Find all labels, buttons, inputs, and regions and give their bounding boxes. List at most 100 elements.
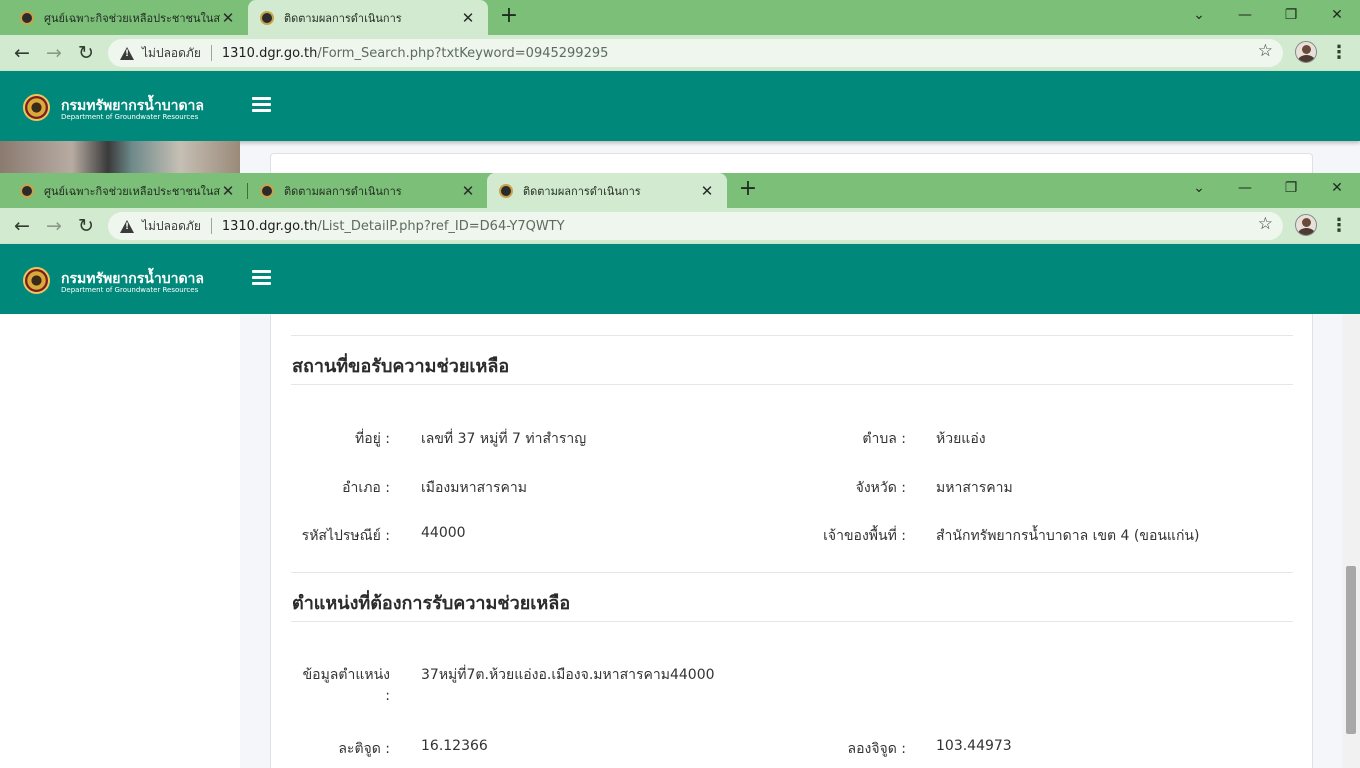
reload-button[interactable]: ↻ — [72, 212, 100, 240]
chevron-down-icon[interactable]: ⌄ — [1176, 0, 1222, 35]
tab-title: ติดตามผลการดำเนินการ — [284, 184, 402, 198]
dgr-favicon-icon — [260, 10, 274, 25]
chevron-down-icon[interactable]: ⌄ — [1176, 173, 1222, 208]
close-icon[interactable]: ✕ — [460, 182, 476, 200]
close-icon[interactable]: ✕ — [220, 182, 236, 200]
postcode-label: รหัสไปรษณีย์ : — [301, 528, 390, 544]
url-path: /Form_Search.php?txtKeyword=0945299295 — [317, 45, 609, 61]
position-info-label-colon: : — [385, 688, 390, 704]
divider — [291, 572, 1293, 573]
postcode-value: 44000 — [421, 525, 466, 541]
address-bar[interactable]: ไม่ปลอดภัย 1310.dgr.go.th/List_DetailP.p… — [108, 212, 1283, 240]
new-tab-button[interactable]: + — [735, 177, 761, 203]
restore-button[interactable]: ❐ — [1268, 173, 1314, 208]
tab-strip: ศูนย์เฉพาะกิจช่วยเหลือประชาชนในสถา ✕ ติด… — [0, 0, 1360, 35]
browser-toolbar: ← → ↻ ไม่ปลอดภัย 1310.dgr.go.th/List_Det… — [0, 208, 1360, 244]
brand-name-en: Department of Groundwater Resources — [61, 113, 199, 121]
tab-track-results[interactable]: ติดตามผลการดำเนินการ ✕ — [248, 173, 488, 208]
omnibox-divider — [210, 218, 212, 234]
back-button[interactable]: ← — [8, 39, 36, 67]
tab-title: ติดตามผลการดำเนินการ — [523, 184, 641, 198]
hamburger-menu-icon[interactable] — [252, 270, 271, 285]
close-window-button[interactable]: ✕ — [1314, 173, 1360, 208]
restore-button[interactable]: ❐ — [1268, 0, 1314, 35]
sidebar — [0, 314, 240, 768]
close-window-button[interactable]: ✕ — [1314, 0, 1360, 35]
divider — [291, 335, 1293, 336]
omnibox-divider — [210, 45, 212, 61]
district-label: อำเภอ : — [342, 480, 390, 496]
dgr-favicon-icon — [499, 183, 513, 198]
not-secure-label: ไม่ปลอดภัย — [142, 218, 201, 233]
tab-help-center[interactable]: ศูนย์เฉพาะกิจช่วยเหลือประชาชนในสถา ✕ — [8, 173, 248, 208]
longitude-value: 103.44973 — [936, 738, 1012, 754]
not-secure-label: ไม่ปลอดภัย — [142, 45, 201, 60]
dgr-favicon-icon — [260, 183, 274, 198]
reload-button[interactable]: ↻ — [72, 39, 100, 67]
profile-avatar[interactable] — [1295, 41, 1317, 63]
divider — [291, 384, 1293, 385]
tab-title: ศูนย์เฉพาะกิจช่วยเหลือประชาชนในสถา — [44, 11, 220, 25]
address-label: ที่อยู่ : — [354, 431, 390, 447]
page-body: สถานที่ขอรับความช่วยเหลือ ที่อยู่ : เลขท… — [0, 314, 1360, 768]
tab-strip: ศูนย์เฉพาะกิจช่วยเหลือประชาชนในสถา ✕ ติด… — [0, 173, 1360, 208]
dgr-favicon-icon — [20, 10, 34, 25]
subdistrict-label: ตำบล : — [862, 431, 906, 447]
hamburger-menu-icon[interactable] — [252, 97, 271, 112]
divider — [291, 621, 1293, 622]
back-button[interactable]: ← — [8, 212, 36, 240]
kebab-menu-icon[interactable]: ⋮ — [1330, 212, 1348, 240]
address-value: เลขที่ 37 หมู่ที่ 7 ท่าสำราญ — [421, 431, 587, 447]
warning-icon — [120, 219, 134, 233]
longitude-label: ลองจิจูด : — [847, 741, 907, 757]
site-header: กรมทรัพยากรน้ำบาดาล Department of Ground… — [0, 71, 1360, 141]
position-info-label: ข้อมูลตำแหน่ง — [302, 667, 390, 683]
dgr-logo-icon[interactable] — [23, 94, 50, 121]
url-path: /List_DetailP.php?ref_ID=D64-Y7QWTY — [317, 218, 565, 234]
detail-card: สถานที่ขอรับความช่วยเหลือ ที่อยู่ : เลขท… — [270, 314, 1313, 768]
area-owner-label: เจ้าของพื้นที่ : — [823, 528, 906, 544]
position-info-value: 37หมู่ที่7ต.ห้วยแอ่งอ.เมืองจ.มหาสารคาม44… — [421, 667, 715, 683]
tab-title: ศูนย์เฉพาะกิจช่วยเหลือประชาชนในสถา — [44, 184, 220, 198]
province-value: มหาสารคาม — [936, 480, 1013, 496]
star-icon[interactable]: ☆ — [1258, 214, 1273, 234]
location-section-title: สถานที่ขอรับความช่วยเหลือ — [292, 356, 510, 377]
scrollbar-thumb[interactable] — [1346, 566, 1356, 734]
latitude-value: 16.12366 — [421, 738, 488, 754]
sidebar-photo — [0, 141, 240, 173]
area-owner-value: สำนักทรัพยากรน้ำบาดาล เขต 4 (ขอนแก่น) — [936, 528, 1200, 544]
site-header: กรมทรัพยากรน้ำบาดาล Department of Ground… — [0, 244, 1360, 314]
dgr-favicon-icon — [20, 183, 34, 198]
warning-icon — [120, 46, 134, 60]
subdistrict-value: ห้วยแอ่ง — [936, 431, 986, 447]
page-scrollbar[interactable] — [1342, 314, 1360, 768]
url-host: 1310.dgr.go.th — [221, 218, 318, 234]
forward-button[interactable]: → — [40, 212, 68, 240]
district-value: เมืองมหาสารคาม — [421, 480, 527, 496]
dgr-logo-icon[interactable] — [23, 267, 50, 294]
browser-toolbar: ← → ↻ ไม่ปลอดภัย 1310.dgr.go.th/Form_Sea… — [0, 35, 1360, 71]
browser-window-back: ศูนย์เฉพาะกิจช่วยเหลือประชาชนในสถา ✕ ติด… — [0, 0, 1360, 173]
position-section-title: ตำแหน่งที่ต้องการรับความช่วยเหลือ — [292, 593, 571, 614]
kebab-menu-icon[interactable]: ⋮ — [1330, 39, 1348, 67]
new-tab-button[interactable]: + — [496, 4, 522, 30]
close-icon[interactable]: ✕ — [220, 9, 236, 27]
forward-button[interactable]: → — [40, 39, 68, 67]
latitude-label: ละติจูด : — [338, 741, 390, 757]
province-label: จังหวัด : — [855, 480, 906, 496]
close-icon[interactable]: ✕ — [699, 182, 715, 200]
content-card-top — [270, 153, 1313, 173]
minimize-button[interactable]: — — [1222, 0, 1268, 35]
brand-name-en: Department of Groundwater Resources — [61, 286, 199, 294]
tab-help-center[interactable]: ศูนย์เฉพาะกิจช่วยเหลือประชาชนในสถา ✕ — [8, 0, 248, 35]
url-host: 1310.dgr.go.th — [221, 45, 318, 61]
address-bar[interactable]: ไม่ปลอดภัย 1310.dgr.go.th/Form_Search.ph… — [108, 39, 1283, 67]
close-icon[interactable]: ✕ — [460, 9, 476, 27]
tab-title: ติดตามผลการดำเนินการ — [284, 11, 402, 25]
minimize-button[interactable]: — — [1222, 173, 1268, 208]
tab-track-results[interactable]: ติดตามผลการดำเนินการ ✕ — [248, 0, 488, 35]
tab-track-results-active[interactable]: ติดตามผลการดำเนินการ ✕ — [487, 173, 727, 208]
profile-avatar[interactable] — [1295, 214, 1317, 236]
star-icon[interactable]: ☆ — [1258, 41, 1273, 61]
browser-window-front: ศูนย์เฉพาะกิจช่วยเหลือประชาชนในสถา ✕ ติด… — [0, 173, 1360, 768]
